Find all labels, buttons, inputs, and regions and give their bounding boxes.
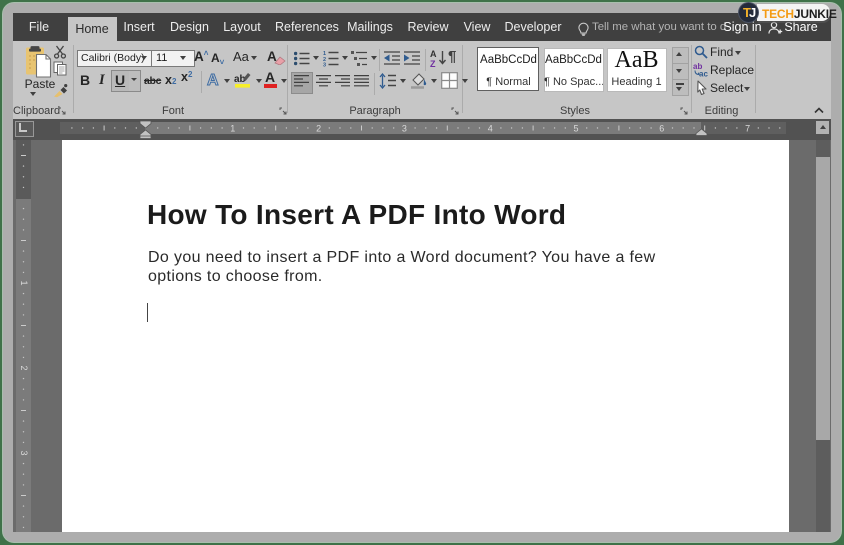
svg-text:3: 3: [402, 123, 407, 133]
svg-text:1: 1: [230, 123, 235, 133]
svg-text:Z: Z: [430, 59, 436, 68]
svg-text:6: 6: [659, 123, 664, 133]
svg-text:5: 5: [573, 123, 578, 133]
svg-text:2: 2: [19, 365, 29, 370]
svg-text:3: 3: [323, 63, 326, 68]
svg-text:2: 2: [316, 123, 321, 133]
svg-text:1: 1: [19, 280, 29, 285]
svg-text:A: A: [207, 72, 219, 88]
svg-text:7: 7: [745, 123, 750, 133]
svg-text:ac: ac: [699, 70, 708, 78]
svg-text:3: 3: [19, 450, 29, 455]
svg-text:4: 4: [488, 123, 493, 133]
svg-text:A: A: [430, 49, 437, 59]
